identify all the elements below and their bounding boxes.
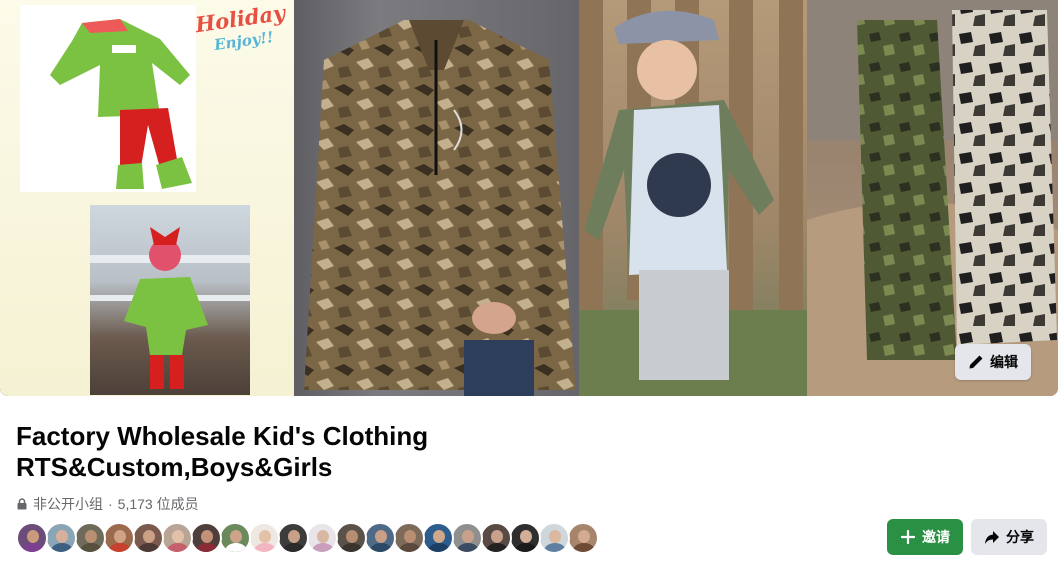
avatar-face xyxy=(549,530,561,543)
share-button-label: 分享 xyxy=(1006,529,1034,545)
avatar-face xyxy=(201,530,213,543)
avatar-face xyxy=(85,530,97,543)
avatar-face xyxy=(520,530,532,543)
member-avatar[interactable] xyxy=(480,522,512,554)
cover-panel-kids-camo-overalls xyxy=(807,0,1058,396)
cover-panel-holiday-outfits: Holiday Enjoy!! xyxy=(0,0,294,396)
avatar-face xyxy=(172,530,184,543)
cover-panel-boy-hoodie xyxy=(579,0,807,396)
member-avatar[interactable] xyxy=(393,522,425,554)
member-avatar[interactable] xyxy=(277,522,309,554)
group-title-line-1: Factory Wholesale Kid's Clothing xyxy=(16,421,429,451)
member-avatar[interactable] xyxy=(538,522,570,554)
avatar-body xyxy=(254,543,276,552)
camo-pullover-illustration xyxy=(304,20,576,396)
member-avatar[interactable] xyxy=(364,522,396,554)
avatar-body xyxy=(341,543,363,552)
avatar-face xyxy=(143,530,155,543)
avatar-face xyxy=(491,530,503,543)
avatar-body xyxy=(80,543,102,552)
avatar-face xyxy=(375,530,387,543)
member-avatar[interactable] xyxy=(567,522,599,554)
avatar-body xyxy=(428,543,450,552)
avatar-body xyxy=(283,543,305,552)
member-avatar[interactable] xyxy=(451,522,483,554)
invite-button[interactable]: 邀请 xyxy=(887,519,963,555)
group-title[interactable]: Factory Wholesale Kid's Clothing RTS&Cus… xyxy=(16,421,616,483)
avatar-face xyxy=(404,530,416,543)
avatar-face xyxy=(114,530,126,543)
edit-cover-label: 编辑 xyxy=(990,354,1018,370)
meta-separator: · xyxy=(108,496,113,512)
plus-icon xyxy=(900,529,916,545)
avatar-face xyxy=(288,530,300,543)
group-member-count[interactable]: 5,173 位成员 xyxy=(118,494,199,514)
avatar-body xyxy=(22,543,44,552)
pencil-icon xyxy=(969,355,983,369)
cover-panel-camo-pullover xyxy=(294,0,579,396)
avatar-body xyxy=(196,543,218,552)
avatar-face xyxy=(433,530,445,543)
avatar-face xyxy=(230,530,242,543)
member-avatar[interactable] xyxy=(74,522,106,554)
member-avatar[interactable] xyxy=(306,522,338,554)
avatar-body xyxy=(544,543,566,552)
invite-button-label: 邀请 xyxy=(922,529,950,545)
member-avatar[interactable] xyxy=(161,522,193,554)
avatar-body xyxy=(109,543,131,552)
member-avatar[interactable] xyxy=(509,522,541,554)
member-avatars xyxy=(16,522,599,554)
avatar-body xyxy=(573,543,595,552)
edit-cover-button[interactable]: 编辑 xyxy=(955,344,1031,380)
avatar-face xyxy=(578,530,590,543)
avatar-face xyxy=(317,530,329,543)
avatar-face xyxy=(27,530,39,543)
avatar-body xyxy=(399,543,421,552)
cover-photo: Holiday Enjoy!! 编辑 xyxy=(0,0,1058,396)
avatar-face xyxy=(462,530,474,543)
avatar-body xyxy=(486,543,508,552)
member-avatar[interactable] xyxy=(248,522,280,554)
member-avatar[interactable] xyxy=(45,522,77,554)
member-avatar[interactable] xyxy=(103,522,135,554)
group-privacy-label[interactable]: 非公开小组 xyxy=(33,494,103,514)
avatar-body xyxy=(225,543,247,552)
avatar-body xyxy=(515,543,537,552)
member-avatar[interactable] xyxy=(422,522,454,554)
lock-icon xyxy=(17,498,27,510)
group-title-line-2: RTS&Custom,Boys&Girls xyxy=(16,452,333,482)
avatar-body xyxy=(312,543,334,552)
group-meta: 非公开小组 · 5,173 位成员 xyxy=(16,494,199,514)
girl-illustration xyxy=(90,227,250,389)
member-avatar[interactable] xyxy=(219,522,251,554)
camo-overalls-illustration xyxy=(807,0,1058,396)
avatar-body xyxy=(370,543,392,552)
avatar-body xyxy=(457,543,479,552)
member-avatar[interactable] xyxy=(132,522,164,554)
boy-hoodie-illustration xyxy=(579,0,807,396)
avatar-body xyxy=(51,543,73,552)
member-avatar[interactable] xyxy=(190,522,222,554)
avatar-face xyxy=(259,530,271,543)
photo-girl-in-green-dress xyxy=(90,205,250,395)
avatar-face xyxy=(346,530,358,543)
share-button[interactable]: 分享 xyxy=(971,519,1047,555)
share-arrow-icon xyxy=(985,531,999,544)
avatar-body xyxy=(138,543,160,552)
avatar-body xyxy=(167,543,189,552)
avatar-face xyxy=(56,530,68,543)
green-dress-illustration xyxy=(50,19,192,189)
product-photo-green-dress xyxy=(20,5,196,192)
member-avatar[interactable] xyxy=(335,522,367,554)
member-avatar[interactable] xyxy=(16,522,48,554)
